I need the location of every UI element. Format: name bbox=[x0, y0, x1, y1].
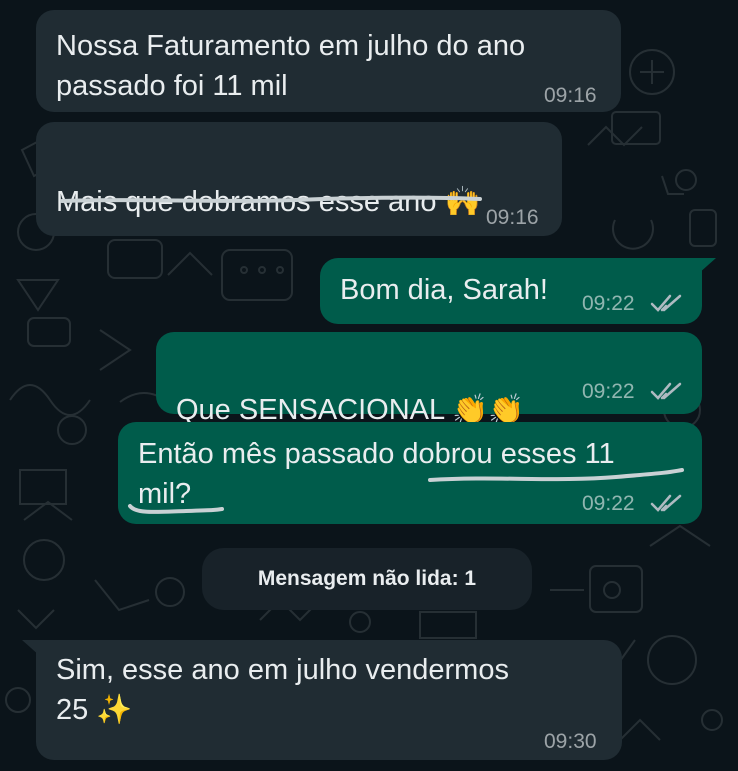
bubble-tail bbox=[22, 640, 40, 656]
message-bubble-outgoing[interactable]: Que SENSACIONAL 👏👏 09:22 bbox=[156, 332, 702, 426]
unread-messages-banner: Mensagem não lida: 1 bbox=[202, 548, 532, 610]
message-timestamp: 09:22 bbox=[582, 380, 635, 403]
message-timestamp: 09:22 bbox=[582, 292, 635, 315]
double-check-icon bbox=[650, 294, 682, 312]
double-check-icon bbox=[650, 494, 682, 512]
message-timestamp: 09:16 bbox=[486, 206, 539, 229]
message-text: Nossa Faturamento em julho do ano passad… bbox=[56, 30, 526, 102]
message-text: Que SENSACIONAL 👏👏 bbox=[176, 350, 576, 430]
bubble-tail bbox=[698, 258, 716, 274]
message-bubble-outgoing[interactable]: Então mês passado dobrou esses 11 mil? 0… bbox=[118, 422, 702, 524]
message-timestamp: 09:30 bbox=[544, 730, 597, 753]
message-bubble-incoming[interactable]: Sim, esse ano em julho vendermos 25 ✨ 09… bbox=[22, 640, 622, 760]
message-bubble-incoming[interactable]: Mais que dobramos esse ano 🙌 09:16 bbox=[36, 122, 562, 236]
message-text: Sim, esse ano em julho vendermos 25 ✨ bbox=[56, 654, 509, 726]
double-check-icon bbox=[650, 382, 682, 400]
message-text: Bom dia, Sarah! bbox=[340, 274, 548, 306]
message-text: Mais que dobramos esse ano 🙌 bbox=[56, 142, 556, 222]
message-bubble-outgoing[interactable]: Bom dia, Sarah! 09:22 bbox=[320, 258, 716, 324]
message-text-content: Mais que dobramos esse ano 🙌 bbox=[56, 186, 481, 218]
message-bubble-incoming[interactable]: Nossa Faturamento em julho do ano passad… bbox=[36, 10, 621, 112]
message-timestamp: 09:16 bbox=[544, 84, 597, 107]
message-timestamp: 09:22 bbox=[582, 492, 635, 515]
